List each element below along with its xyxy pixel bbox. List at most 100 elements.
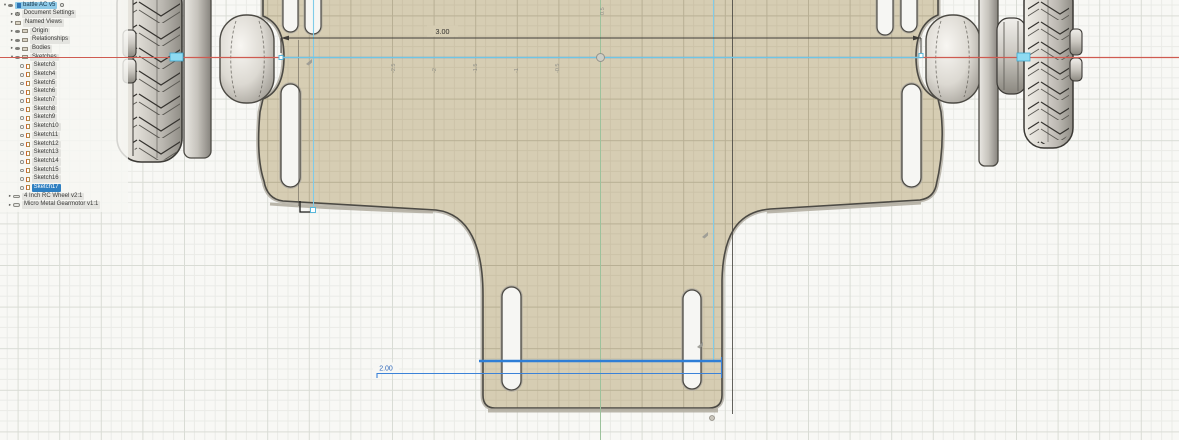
component-label: Micro Metal Gearmotor v1:1 — [22, 201, 100, 209]
linked-component-row[interactable]: ▸ Micro Metal Gearmotor v1:1 — [0, 201, 128, 210]
browser-panel[interactable]: ▾ battle AC v5 ▸ Document Settings ▸ Nam… — [0, 0, 128, 212]
visibility-dot-icon[interactable] — [20, 177, 24, 181]
tick-label: -2 — [432, 68, 438, 73]
sketch-row[interactable]: Sketch15 — [0, 166, 128, 175]
item-label: Document Settings — [22, 10, 77, 18]
endpoint-corner[interactable] — [311, 208, 316, 213]
browser-item-row[interactable]: ▸ Document Settings — [0, 10, 128, 19]
visibility-dot-icon[interactable] — [20, 108, 24, 112]
dim-top-width-label[interactable]: 3.00 — [436, 27, 450, 36]
dim-box-right[interactable] — [1017, 53, 1030, 61]
right-motor-bracket — [979, 0, 998, 166]
eye-icon[interactable] — [15, 30, 20, 33]
browser-item-row[interactable]: ▸ Bodies — [0, 44, 128, 53]
sketch-label: Sketch14 — [32, 158, 61, 166]
sketch-row[interactable]: Sketch6 — [0, 88, 128, 97]
sketch-row[interactable]: Sketch7 — [0, 97, 128, 106]
visibility-dot-icon[interactable] — [20, 116, 24, 120]
item-icon — [15, 12, 20, 17]
visibility-dot-icon[interactable] — [20, 169, 24, 173]
sketch-icon — [26, 159, 30, 164]
sketch-icon — [26, 151, 30, 156]
sketch-label: Sketch3 — [32, 62, 58, 70]
tick-label: -2.5 — [391, 64, 397, 73]
eye-icon[interactable] — [15, 39, 20, 42]
left-motor-bracket — [184, 0, 211, 158]
item-icon — [22, 38, 28, 42]
linked-component-row[interactable]: ▸ 4 Inch RC Wheel v2:1 — [0, 192, 128, 201]
selected-sketch-label: Sketch17 — [32, 184, 61, 192]
sketch-label: Sketch7 — [32, 97, 58, 105]
sketch-label: Sketch4 — [32, 71, 58, 79]
sketch-row[interactable]: Sketch12 — [0, 140, 128, 149]
eye-icon[interactable] — [8, 4, 13, 7]
sketch-row-selected[interactable]: Sketch17 — [0, 183, 128, 192]
sketch-row[interactable]: Sketch10 — [0, 123, 128, 132]
tick-label: -1.5 — [473, 64, 479, 73]
document-title: battle AC v5 — [23, 2, 55, 10]
visibility-dot-icon[interactable] — [20, 186, 24, 190]
endpoint-left[interactable] — [279, 56, 283, 60]
left-tire-tread — [133, 0, 180, 160]
visibility-dot-icon[interactable] — [20, 82, 24, 86]
sketch-icon — [26, 185, 30, 190]
visibility-dot-icon[interactable] — [20, 73, 24, 77]
visibility-dot-icon[interactable] — [20, 99, 24, 103]
visibility-dot-icon[interactable] — [20, 64, 24, 68]
dim-box-left[interactable] — [170, 53, 183, 61]
browser-item-row[interactable]: ▸ Named Views — [0, 18, 128, 27]
item-label: Named Views — [23, 19, 64, 27]
document-icon — [17, 3, 21, 8]
link-icon — [13, 195, 20, 199]
item-label: Origin — [30, 28, 50, 36]
sketch-label: Sketch6 — [32, 88, 58, 96]
endpoint-bottom[interactable] — [710, 416, 715, 421]
sketch-label: Sketch9 — [32, 114, 58, 122]
eye-icon[interactable] — [15, 47, 20, 50]
sketch-icon — [26, 177, 30, 182]
link-icon — [13, 203, 20, 207]
dim-bottom-width-label[interactable]: 2.00 — [379, 366, 393, 373]
item-label: Bodies — [30, 45, 52, 53]
browser-document-row[interactable]: ▾ battle AC v5 — [0, 1, 128, 10]
visibility-dot-icon[interactable] — [20, 134, 24, 138]
dim-vertical-offset-label: 0.5 — [600, 7, 606, 15]
sketch-row[interactable]: Sketch5 — [0, 79, 128, 88]
sketch-row[interactable]: Sketch8 — [0, 105, 128, 114]
sketch-row[interactable]: Sketch14 — [0, 157, 128, 166]
endpoint-right[interactable] — [919, 54, 923, 58]
document-status-icon — [60, 3, 64, 7]
visibility-dot-icon[interactable] — [20, 90, 24, 94]
left-ball-joint — [220, 15, 274, 103]
item-label: Relationships — [30, 36, 70, 44]
sketch-row[interactable]: Sketch9 — [0, 114, 128, 123]
sketch-canvas[interactable]: 3.00 -2.5 -2 -1.5 -1 -0.5 0.5 2.00 — [0, 0, 1179, 440]
sketch-icon — [26, 81, 30, 86]
sketch-icon — [26, 133, 30, 138]
sketch-row[interactable]: Sketch16 — [0, 175, 128, 184]
cad-viewport: 3.00 -2.5 -2 -1.5 -1 -0.5 0.5 2.00 ▾ — [0, 0, 1179, 440]
sketch-label: Sketch13 — [32, 149, 61, 157]
sketch-row[interactable]: Sketch3 — [0, 62, 128, 71]
sketch-icon — [26, 142, 30, 147]
sketch-icon — [26, 98, 30, 103]
sketch-label: Sketch15 — [32, 167, 61, 175]
sketch-icon — [26, 72, 30, 77]
sketch-row[interactable]: Sketch11 — [0, 131, 128, 140]
item-icon — [22, 47, 28, 51]
browser-top-items: ▸ Document Settings ▸ Named Views ▸ Orig… — [0, 10, 128, 53]
tick-label: -1 — [514, 68, 520, 73]
sketch-row[interactable]: Sketch13 — [0, 149, 128, 158]
browser-item-row[interactable]: ▸ Origin — [0, 27, 128, 36]
linked-component-list: ▸ 4 Inch RC Wheel v2:1 ▸ Micro Metal Gea… — [0, 192, 128, 209]
sketch-label: Sketch11 — [32, 132, 61, 140]
sketch-label: Sketch16 — [32, 175, 61, 183]
visibility-dot-icon[interactable] — [20, 160, 24, 164]
visibility-dot-icon[interactable] — [20, 151, 24, 155]
visibility-dot-icon[interactable] — [20, 143, 24, 147]
browser-item-row[interactable]: ▸ Relationships — [0, 36, 128, 45]
right-tire-tread — [1028, 0, 1069, 144]
sketch-row[interactable]: Sketch4 — [0, 71, 128, 80]
origin-point[interactable] — [597, 54, 605, 62]
visibility-dot-icon[interactable] — [20, 125, 24, 129]
